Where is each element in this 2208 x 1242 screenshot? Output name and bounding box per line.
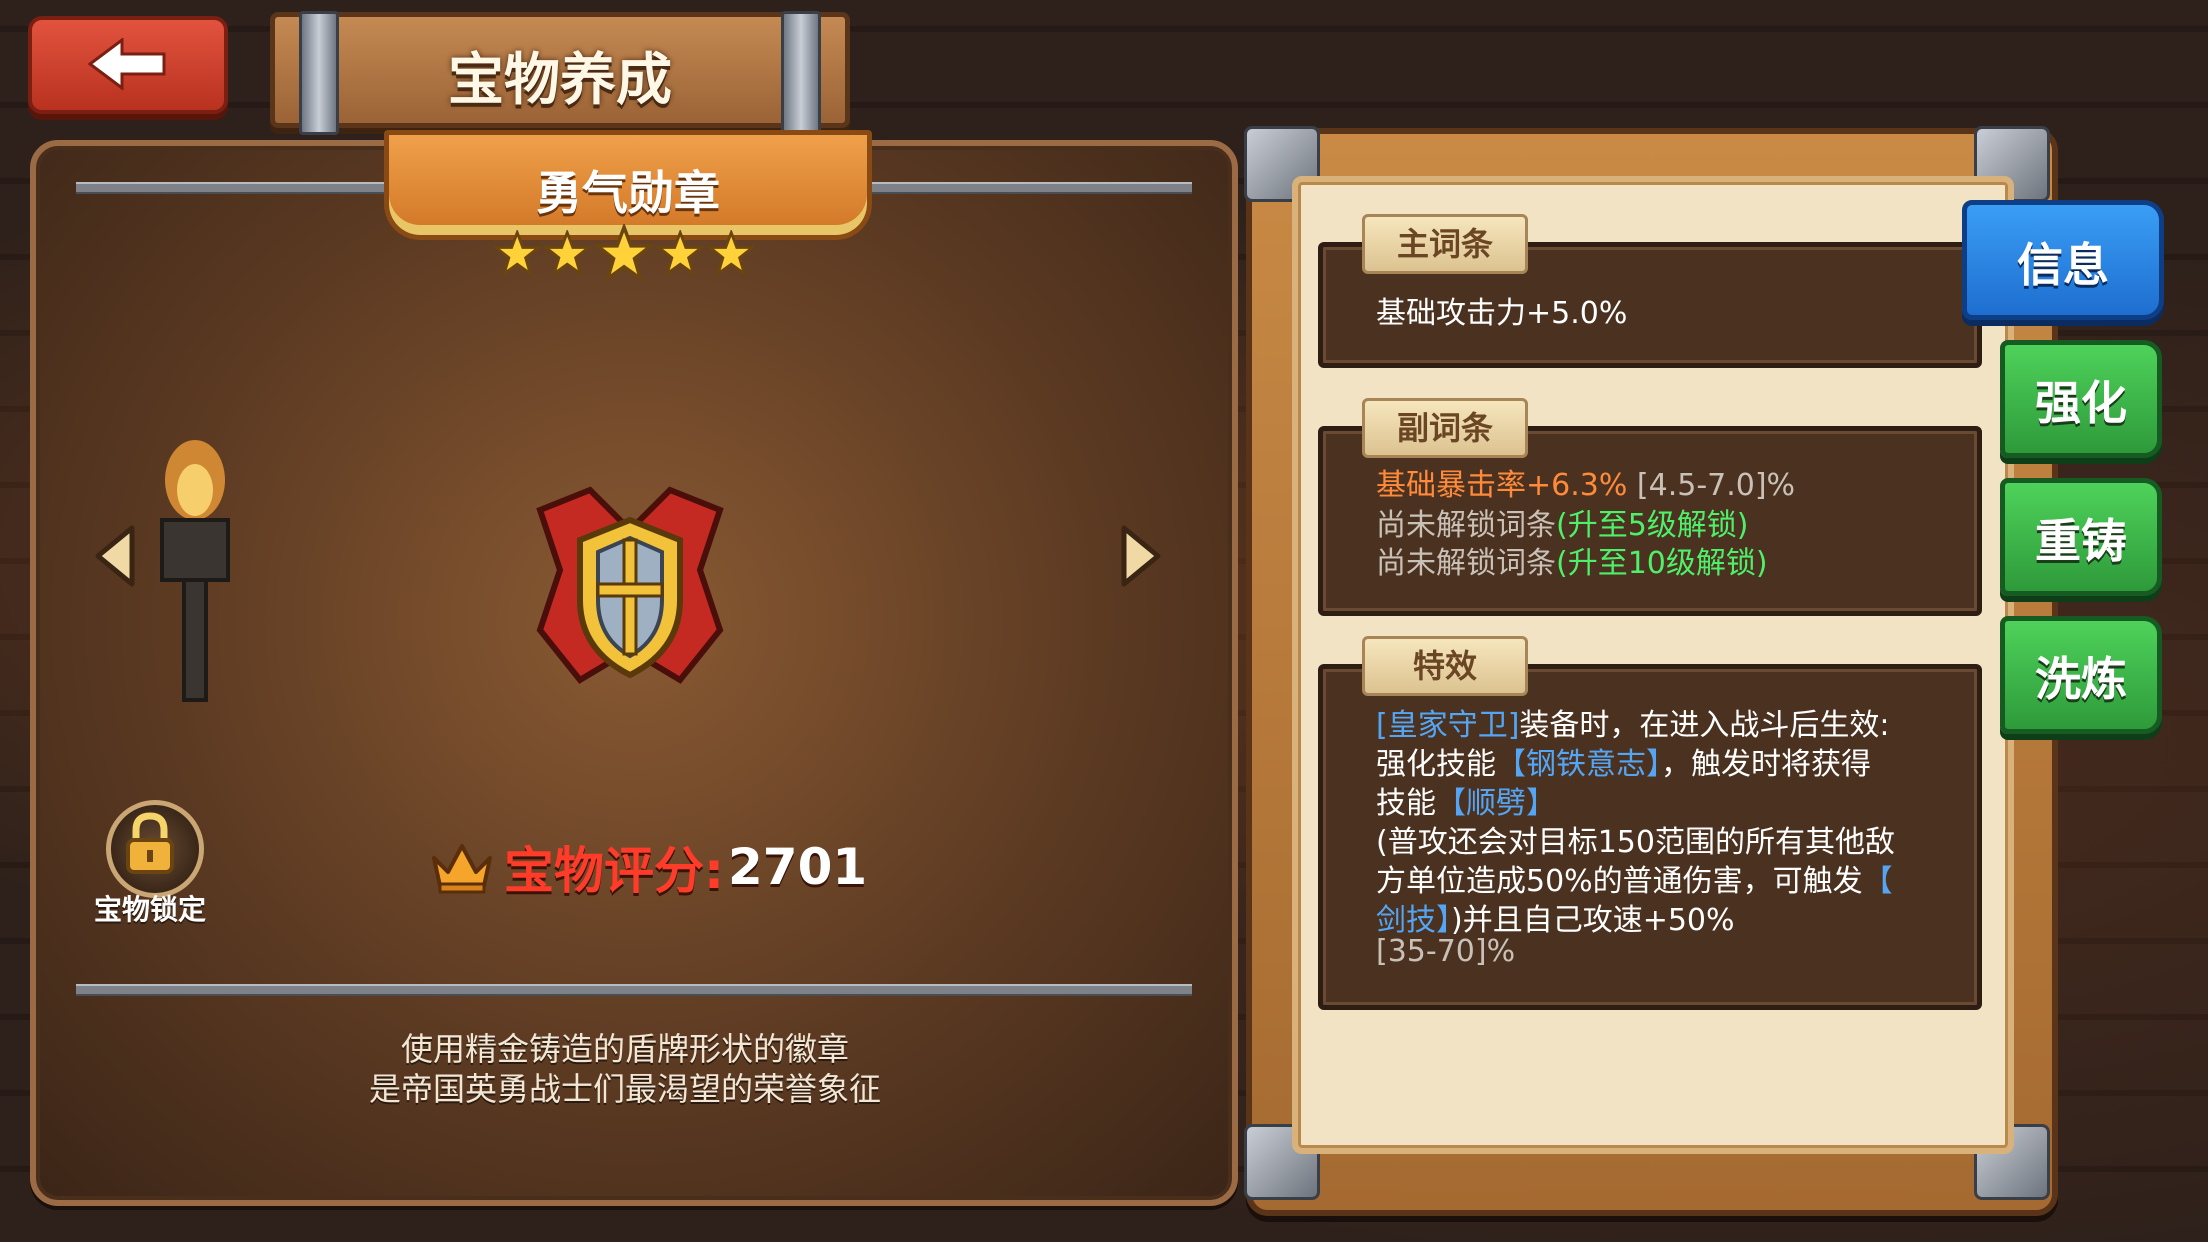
effect-line: [35-70]% <box>1376 934 1516 969</box>
effect-skill-name: 【 <box>1862 864 1893 899</box>
effect-skill-name: [皇家守卫] <box>1376 708 1520 743</box>
tab-info[interactable]: 信息 <box>1962 200 2164 320</box>
crown-icon <box>432 844 492 894</box>
treasure-lock-button[interactable] <box>106 800 204 898</box>
page-title: 宝物养成 <box>448 48 672 113</box>
title-plank: 宝物养成 <box>270 11 850 135</box>
lock-label: 宝物锁定 <box>93 893 206 926</box>
locked-attribute-text: 尚未解锁词条 <box>1376 546 1556 581</box>
effect-text: ，触发时将获得 <box>1661 747 1871 782</box>
sub-attribute-range: [4.5-7.0]% <box>1636 468 1796 503</box>
next-arrow-icon[interactable] <box>1118 524 1164 588</box>
effect-text: 技能 <box>1376 786 1436 821</box>
treasure-description-line: 是帝国英勇战士们最渴望的荣誉象征 <box>368 1070 881 1108</box>
star-icon <box>594 224 654 283</box>
main-attribute-tag: 主词条 <box>1362 214 1528 274</box>
back-button[interactable] <box>28 16 228 114</box>
effect-text: 方单位造成50%的普通伤害，可触发 <box>1376 864 1863 899</box>
tab-enhance[interactable]: 强化 <box>2000 340 2162 458</box>
effect-text: 装备时，在进入战斗后生效: <box>1519 708 1890 743</box>
effect-line: 剑技】)并且自己攻速+50% <box>1376 895 1735 939</box>
effect-line: 方单位造成50%的普通伤害，可触发【 <box>1376 856 1893 900</box>
sub-attribute-line: 尚未解锁词条(升至10级解锁) <box>1376 538 1768 582</box>
effect-skill-name: 【顺劈】 <box>1436 786 1556 821</box>
torch-icon <box>160 440 230 702</box>
star-icon <box>494 230 541 277</box>
effect-line: 强化技能【钢铁意志】，触发时将获得 <box>1376 739 1871 783</box>
unlock-hint: (升至10级解锁) <box>1556 546 1768 581</box>
tab-refine[interactable]: 洗炼 <box>2000 616 2162 734</box>
tab-recast[interactable]: 重铸 <box>2000 478 2162 596</box>
effect-line: 技能【顺劈】 <box>1376 778 1556 822</box>
back-arrow-icon <box>88 38 166 90</box>
sub-attribute-tag: 副词条 <box>1362 398 1528 458</box>
effect-skill-name: 【钢铁意志】 <box>1496 747 1661 782</box>
tab-label: 信息 <box>2017 238 2109 292</box>
tab-label: 洗炼 <box>2035 652 2127 706</box>
effect-line: (普攻还会对目标150范围的所有其他敌 <box>1376 825 1895 860</box>
effect-text: 强化技能 <box>1376 747 1496 782</box>
main-attribute-value: 基础攻击力+5.0% <box>1376 296 1628 331</box>
tab-label: 重铸 <box>2035 514 2127 568</box>
treasure-name: 勇气勋章 <box>536 166 720 220</box>
effect-text: )并且自己攻速+50% <box>1451 903 1735 938</box>
frame-divider <box>76 984 1192 996</box>
star-icon <box>544 230 591 277</box>
lock-icon <box>126 812 174 874</box>
previous-arrow-icon[interactable] <box>92 524 138 588</box>
star-rating <box>494 224 754 300</box>
treasure-score: 宝物评分: 2701 <box>430 832 867 902</box>
sub-attribute-value: 基础暴击率+6.3% <box>1376 468 1628 503</box>
effect-line: [皇家守卫]装备时，在进入战斗后生效: <box>1376 700 1890 744</box>
star-icon <box>657 230 704 277</box>
courage-medal-emblem <box>536 486 724 684</box>
effect-skill-name: 剑技】 <box>1376 903 1451 938</box>
score-label: 宝物评分: <box>504 842 724 900</box>
score-value: 2701 <box>728 838 868 896</box>
tab-label: 强化 <box>2035 376 2127 430</box>
effect-tag: 特效 <box>1362 636 1528 696</box>
sub-attribute-line: 基础暴击率+6.3% [4.5-7.0]% <box>1376 460 1795 504</box>
star-icon <box>707 230 754 277</box>
